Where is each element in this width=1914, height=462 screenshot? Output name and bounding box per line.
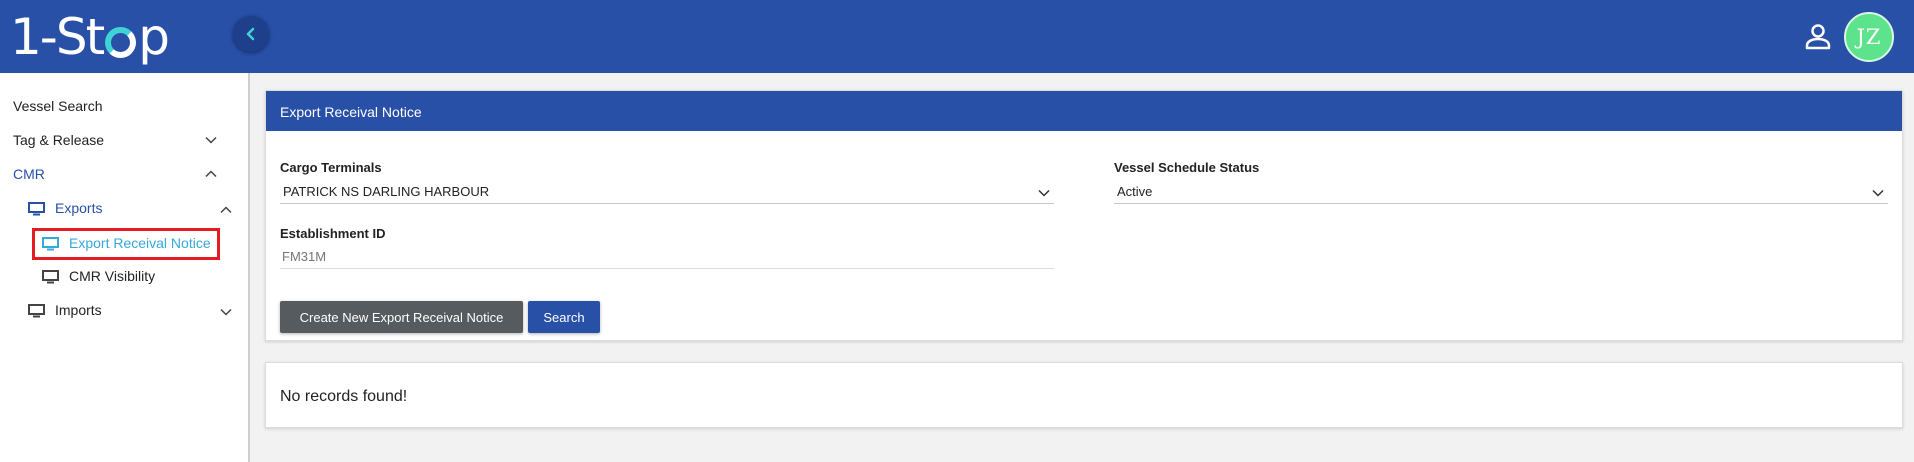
monitor-icon (28, 304, 45, 318)
cargo-terminals-select[interactable]: PATRICK NS DARLING HARBOUR (280, 180, 1054, 204)
chevron-down-icon (1038, 189, 1050, 197)
establishment-id-input[interactable] (280, 245, 1054, 269)
selection-highlight-box (32, 228, 220, 260)
sidebar-item-vessel-search[interactable]: Vessel Search (13, 98, 103, 114)
vessel-schedule-status-value: Active (1117, 184, 1153, 199)
cargo-terminals-label: Cargo Terminals (280, 160, 382, 175)
top-header: 1-St p JZ (0, 0, 1914, 73)
sidebar-item-exports[interactable]: Exports (28, 200, 235, 216)
chevron-down-icon (205, 136, 217, 144)
export-receival-notice-panel: Export Receival Notice Cargo Terminals P… (265, 90, 1903, 341)
sidebar-item-label: CMR (13, 166, 45, 182)
chevron-down-icon (220, 308, 232, 316)
logo-text: 1-St (10, 8, 105, 66)
chevron-down-icon (1872, 189, 1884, 197)
sidebar-item-cmr-visibility[interactable]: CMR Visibility (42, 268, 155, 284)
sidebar-item-label: Tag & Release (13, 132, 105, 148)
logo-ring-icon (105, 26, 137, 58)
monitor-icon (42, 270, 59, 284)
chevron-left-icon (246, 27, 255, 41)
sidebar-item-label: Exports (55, 200, 103, 216)
collapse-sidebar-button[interactable] (233, 16, 269, 52)
sidebar-item-imports[interactable]: Imports (28, 302, 235, 318)
cargo-terminals-value: PATRICK NS DARLING HARBOUR (283, 184, 490, 199)
user-profile-icon[interactable] (1803, 22, 1833, 52)
establishment-id-label: Establishment ID (280, 226, 386, 241)
vessel-schedule-status-label: Vessel Schedule Status (1114, 160, 1260, 175)
results-panel: No records found! (265, 362, 1903, 428)
search-button[interactable]: Search (528, 301, 600, 333)
chevron-up-icon (220, 206, 232, 214)
sidebar-item-label: Imports (55, 302, 102, 318)
sidebar-item-label: CMR Visibility (69, 268, 156, 284)
sidebar-item-cmr[interactable]: CMR (13, 166, 235, 182)
app-logo[interactable]: 1-St p (10, 8, 170, 66)
sidebar: Vessel Search Tag & Release CMR Exports … (0, 73, 250, 462)
chevron-up-icon (205, 170, 217, 178)
logo-text-end: p (138, 8, 170, 66)
vessel-schedule-status-select[interactable]: Active (1114, 180, 1888, 204)
no-records-message: No records found! (280, 388, 408, 405)
panel-title: Export Receival Notice (266, 91, 1902, 131)
create-new-export-receival-notice-button[interactable]: Create New Export Receival Notice (280, 301, 523, 333)
monitor-icon (28, 202, 45, 216)
sidebar-item-label: Vessel Search (13, 98, 103, 114)
user-avatar[interactable]: JZ (1844, 12, 1894, 62)
sidebar-item-tag-release[interactable]: Tag & Release (13, 132, 235, 148)
